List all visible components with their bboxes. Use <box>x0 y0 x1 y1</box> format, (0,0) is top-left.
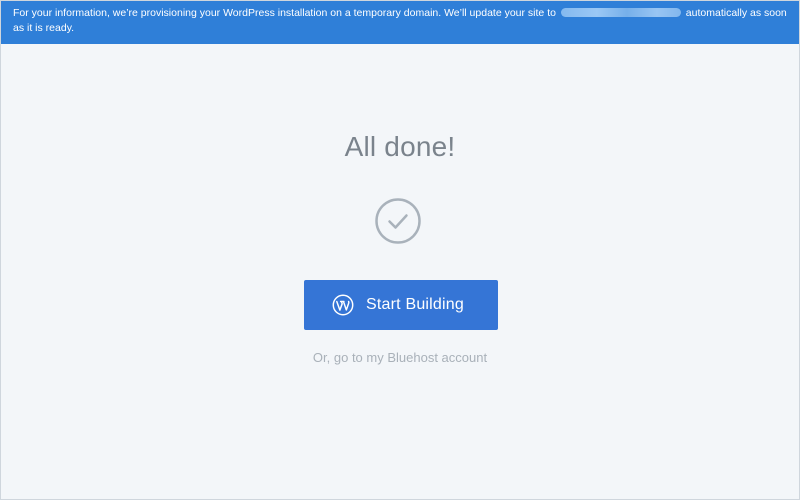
redacted-domain <box>560 8 681 17</box>
start-building-button[interactable]: Start Building <box>304 280 498 330</box>
app-window: For your information, we’re provisioning… <box>0 0 800 500</box>
start-building-label: Start Building <box>366 296 464 313</box>
banner-text-before: For your information, we’re provisioning… <box>13 7 556 19</box>
info-banner: For your information, we’re provisioning… <box>1 1 799 44</box>
page-title: All done! <box>344 131 456 162</box>
check-circle-icon <box>375 198 421 244</box>
wordpress-icon <box>332 294 354 316</box>
bluehost-account-link[interactable]: Or, go to my Bluehost account <box>1 350 799 365</box>
